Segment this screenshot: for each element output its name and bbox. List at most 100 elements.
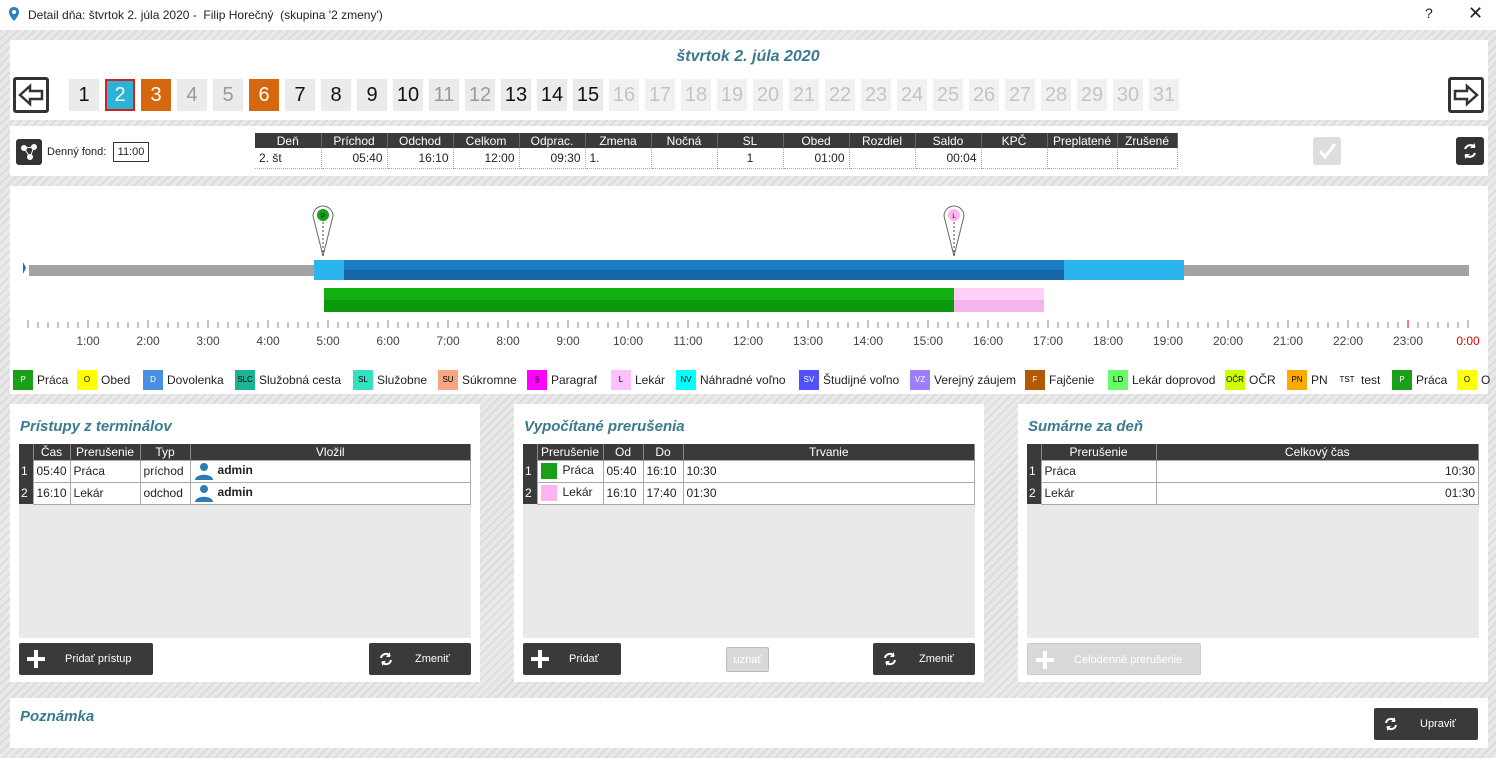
cell-type: Práca bbox=[69, 459, 141, 483]
table-row[interactable]: 2 Lekár 16:10 17:40 01:30 bbox=[523, 481, 975, 505]
day-12[interactable]: 12 bbox=[465, 79, 495, 111]
day-31[interactable]: 31 bbox=[1149, 79, 1179, 111]
summary-cell-13 bbox=[1117, 148, 1178, 169]
table-row[interactable]: 1 Práca 10:30 bbox=[1027, 459, 1479, 483]
day-18[interactable]: 18 bbox=[681, 79, 711, 111]
window-title: Detail dňa: štvrtok 2. júla 2020 - Filip… bbox=[28, 8, 383, 22]
day-29[interactable]: 29 bbox=[1077, 79, 1107, 111]
summary-col-0: Deň bbox=[255, 133, 322, 148]
title-bar: Detail dňa: štvrtok 2. júla 2020 - Filip… bbox=[0, 0, 1496, 30]
hour-label: 5:00 bbox=[316, 334, 340, 348]
col-typ: Typ bbox=[140, 444, 191, 460]
arrow-right-icon bbox=[1453, 83, 1479, 107]
summary-table: Deň Príchod Odchod Celkom Odprac. Zmena Nočná S… bbox=[255, 133, 1178, 169]
legend-item: VZ Verejný záujem bbox=[910, 370, 1016, 390]
accept-button[interactable]: uznať bbox=[726, 647, 769, 672]
legend-swatch: P bbox=[1392, 370, 1412, 390]
day-26[interactable]: 26 bbox=[969, 79, 999, 111]
day-22[interactable]: 22 bbox=[825, 79, 855, 111]
refresh-icon bbox=[380, 652, 392, 666]
hour-label: 18:00 bbox=[1092, 334, 1124, 348]
day-2[interactable]: 2 bbox=[105, 79, 135, 111]
legend-item: PN PN bbox=[1287, 370, 1328, 390]
summary-col-10: Saldo bbox=[915, 133, 982, 148]
summary-col-4: Odprac. bbox=[519, 133, 586, 148]
day-23[interactable]: 23 bbox=[861, 79, 891, 111]
day-3[interactable]: 3 bbox=[141, 79, 171, 111]
day-16[interactable]: 16 bbox=[609, 79, 639, 111]
close-button[interactable]: ✕ bbox=[1468, 3, 1483, 24]
next-day-button[interactable] bbox=[1448, 77, 1484, 113]
table-row[interactable]: 1 05:40 Práca príchod admin bbox=[19, 459, 472, 483]
legend-swatch: VZ bbox=[910, 370, 930, 390]
cell-time: 05:40 bbox=[32, 459, 71, 483]
col-trvanie: Trvanie bbox=[683, 444, 975, 460]
marker-lekar-pin: L bbox=[943, 205, 965, 257]
change-interruption-button[interactable]: Zmeniť bbox=[873, 643, 975, 675]
day-13[interactable]: 13 bbox=[501, 79, 531, 111]
edit-note-button[interactable]: Upraviť bbox=[1374, 708, 1478, 740]
summary-cell-1: 05:40 bbox=[321, 148, 388, 169]
app-icon bbox=[9, 7, 19, 21]
fund-settings-button[interactable] bbox=[16, 139, 42, 165]
day-10[interactable]: 10 bbox=[393, 79, 423, 111]
help-button[interactable]: ? bbox=[1425, 5, 1433, 21]
summary-col-13: Zrušené bbox=[1117, 133, 1178, 148]
day-30[interactable]: 30 bbox=[1113, 79, 1143, 111]
prev-day-button[interactable] bbox=[13, 77, 49, 113]
hour-label: 3:00 bbox=[196, 334, 220, 348]
fund-label: Denný fond: bbox=[47, 146, 107, 158]
day-24[interactable]: 24 bbox=[897, 79, 927, 111]
day-15[interactable]: 15 bbox=[573, 79, 603, 111]
hour-label: 19:00 bbox=[1152, 334, 1184, 348]
legend-item: O Obed bbox=[77, 370, 130, 390]
day-11[interactable]: 11 bbox=[429, 79, 459, 111]
confirm-button[interactable] bbox=[1313, 137, 1341, 165]
add-access-button[interactable]: Pridať prístup bbox=[19, 643, 153, 675]
day-4[interactable]: 4 bbox=[177, 79, 207, 111]
day-1[interactable]: 1 bbox=[69, 79, 99, 111]
check-icon bbox=[1318, 143, 1337, 160]
legend-item: OO bbox=[1457, 370, 1490, 390]
hour-label: 21:00 bbox=[1272, 334, 1304, 348]
terminal-title: Prístupy z terminálov bbox=[20, 418, 172, 435]
hour-label: 6:00 bbox=[376, 334, 400, 348]
day-28[interactable]: 28 bbox=[1041, 79, 1071, 111]
summary-cell-6 bbox=[651, 148, 718, 169]
table-row[interactable]: 2 Lekár 01:30 bbox=[1027, 481, 1479, 505]
legend-swatch: O bbox=[77, 370, 97, 390]
allday-interruption-button[interactable]: Celodenné prerušenie bbox=[1027, 643, 1201, 675]
day-19[interactable]: 19 bbox=[717, 79, 747, 111]
day-25[interactable]: 25 bbox=[933, 79, 963, 111]
hour-label: 4:00 bbox=[256, 334, 280, 348]
day-7[interactable]: 7 bbox=[285, 79, 315, 111]
day-8[interactable]: 8 bbox=[321, 79, 351, 111]
change-access-button[interactable]: Zmeniť bbox=[369, 643, 471, 675]
table-row[interactable]: 1 Práca 05:40 16:10 10:30 bbox=[523, 459, 975, 483]
fund-value: 11:00 bbox=[113, 142, 149, 162]
day-9[interactable]: 9 bbox=[357, 79, 387, 111]
cell-to: 16:10 bbox=[642, 459, 684, 483]
day-21[interactable]: 21 bbox=[789, 79, 819, 111]
hour-label: 22:00 bbox=[1332, 334, 1364, 348]
day-27[interactable]: 27 bbox=[1005, 79, 1035, 111]
col-prerusenie: Prerušenie bbox=[537, 444, 604, 460]
cell-duration: 01:30 bbox=[682, 481, 975, 505]
row-number: 1 bbox=[1027, 460, 1041, 482]
legend-item: LD Lekár doprovod bbox=[1108, 370, 1215, 390]
row-number: 2 bbox=[1027, 482, 1041, 504]
day-6[interactable]: 6 bbox=[249, 79, 279, 111]
summary-cell-2: 16:10 bbox=[387, 148, 454, 169]
day-20[interactable]: 20 bbox=[753, 79, 783, 111]
plus-icon bbox=[1036, 651, 1054, 669]
refresh-button[interactable] bbox=[1456, 137, 1484, 165]
day-14[interactable]: 14 bbox=[537, 79, 567, 111]
legend-label: Obed bbox=[101, 373, 131, 387]
cell-direction: príchod bbox=[139, 459, 191, 483]
day-17[interactable]: 17 bbox=[645, 79, 675, 111]
table-row[interactable]: 2 16:10 Lekár odchod admin bbox=[19, 481, 472, 505]
summary-col-6: Nočná bbox=[651, 133, 718, 148]
add-interruption-button[interactable]: Pridať bbox=[523, 643, 621, 675]
day-5[interactable]: 5 bbox=[213, 79, 243, 111]
color-swatch bbox=[540, 485, 557, 501]
